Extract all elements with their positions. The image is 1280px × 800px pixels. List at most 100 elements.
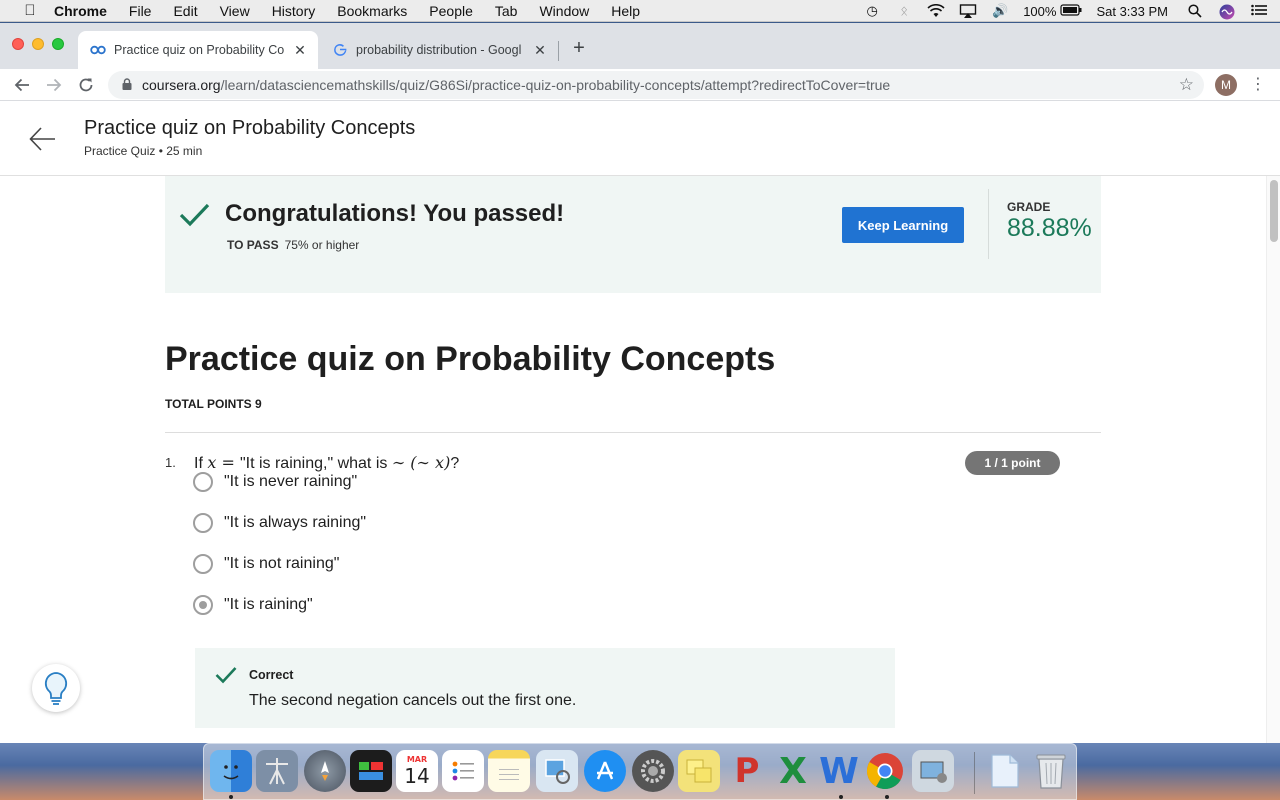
battery-icon[interactable] [1060, 4, 1082, 18]
documents-folder-icon[interactable] [984, 750, 1026, 792]
menu-bookmarks[interactable]: Bookmarks [337, 3, 407, 19]
address-bar[interactable]: coursera.org/learn/datasciencemathskills… [108, 71, 1204, 99]
menu-help[interactable]: Help [611, 3, 640, 19]
activity-monitor-icon[interactable] [350, 750, 392, 792]
coursera-icon [90, 42, 106, 58]
menu-view[interactable]: View [220, 3, 250, 19]
math-expression: ∼ (∼ x) [391, 453, 451, 472]
finder-icon[interactable] [210, 750, 252, 792]
tab-coursera-quiz[interactable]: Practice quiz on Probability Co ✕ [78, 31, 318, 69]
option-label: "It is raining" [224, 596, 313, 613]
menu-people[interactable]: People [429, 3, 473, 19]
to-pass-label: TO PASS [227, 238, 279, 252]
running-indicator [885, 795, 889, 799]
reload-button[interactable] [74, 73, 98, 97]
answer-option[interactable]: "It is never raining" [193, 470, 357, 494]
menu-history[interactable]: History [272, 3, 316, 19]
image-capture-icon[interactable] [912, 750, 954, 792]
radio-button-selected[interactable] [193, 595, 213, 615]
profile-avatar[interactable]: M [1215, 74, 1237, 96]
siri-icon[interactable] [1218, 4, 1236, 20]
menu-edit[interactable]: Edit [173, 3, 197, 19]
help-button[interactable] [32, 664, 80, 712]
running-indicator [229, 795, 233, 799]
quiz-content: Congratulations! You passed! TO PASS 75% … [0, 176, 1266, 743]
total-points: TOTAL POINTS 9 [165, 397, 262, 411]
bookmark-star-icon[interactable]: ☆ [1179, 75, 1194, 95]
back-arrow-icon[interactable] [28, 124, 58, 154]
page-scrollbar[interactable] [1266, 176, 1280, 743]
powerpoint-icon[interactable]: P [726, 750, 768, 792]
running-indicator [839, 795, 843, 799]
airplay-icon[interactable] [959, 4, 977, 18]
new-tab-button[interactable]: + [568, 37, 590, 59]
tab-google-search[interactable]: probability distribution - Googl ✕ [320, 31, 558, 69]
minimize-window-button[interactable] [32, 38, 44, 50]
page-header: Practice quiz on Probability Concepts Pr… [0, 102, 1280, 176]
check-icon [179, 202, 211, 228]
calendar-day: 14 [404, 764, 430, 788]
notes-icon[interactable] [488, 750, 530, 792]
system-preferences-icon[interactable] [632, 750, 674, 792]
reminders-icon[interactable] [442, 750, 484, 792]
page-title: Practice quiz on Probability Concepts [84, 117, 416, 139]
network-utility-icon[interactable] [256, 750, 298, 792]
divider [165, 432, 1101, 433]
forward-button[interactable] [42, 73, 66, 97]
keep-learning-button[interactable]: Keep Learning [842, 207, 964, 243]
menu-bar:  Chrome File Edit View History Bookmark… [0, 0, 1280, 22]
radio-button[interactable] [193, 472, 213, 492]
apple-menu-icon[interactable]:  [20, 2, 40, 19]
chrome-icon[interactable] [864, 750, 906, 792]
option-label: "It is not raining" [224, 555, 340, 572]
tab-title: Practice quiz on Probability Co [114, 43, 285, 57]
wifi-icon[interactable] [927, 4, 945, 18]
radio-button[interactable] [193, 554, 213, 574]
lock-icon[interactable] [120, 77, 134, 93]
close-tab-icon[interactable]: ✕ [292, 42, 308, 58]
scrollbar-thumb[interactable] [1270, 180, 1278, 242]
volume-icon[interactable]: 🔊 [991, 4, 1009, 18]
feedback-box: Correct The second negation cancels out … [195, 648, 895, 728]
close-tab-icon[interactable]: ✕ [532, 42, 548, 58]
stickies-icon[interactable] [678, 750, 720, 792]
time-machine-icon[interactable]: ◷ [863, 4, 881, 18]
tab-strip: Practice quiz on Probability Co ✕ probab… [0, 23, 1280, 69]
menu-tab[interactable]: Tab [495, 3, 518, 19]
grade-divider [988, 189, 989, 259]
bluetooth-icon[interactable]: ᛟ [895, 4, 913, 18]
radio-button[interactable] [193, 513, 213, 533]
answer-option[interactable]: "It is always raining" [193, 511, 366, 535]
back-button[interactable] [10, 73, 34, 97]
answer-option-selected[interactable]: "It is raining" [193, 593, 313, 617]
close-window-button[interactable] [12, 38, 24, 50]
preview-icon[interactable] [536, 750, 578, 792]
battery-percent: 100% [1023, 3, 1057, 19]
trash-icon[interactable] [1030, 750, 1072, 792]
spotlight-icon[interactable] [1186, 4, 1204, 18]
tab-title: probability distribution - Googl [356, 43, 522, 57]
calendar-icon[interactable]: MAR 14 [396, 750, 438, 792]
menu-window[interactable]: Window [539, 3, 589, 19]
answer-option[interactable]: "It is not raining" [193, 552, 339, 576]
browser-toolbar: coursera.org/learn/datasciencemathskills… [0, 69, 1280, 101]
question-suffix: ? [450, 455, 460, 472]
app-store-icon[interactable] [584, 750, 626, 792]
chrome-menu-icon[interactable]: ⋮ [1250, 73, 1266, 97]
pass-requirement: TO PASS 75% or higher [227, 238, 359, 252]
option-label: "It is never raining" [224, 473, 358, 490]
grade-value: 88.88% [1007, 214, 1092, 242]
excel-icon[interactable]: X [772, 750, 814, 792]
dock: MAR 14 P X W [203, 743, 1077, 800]
menu-file[interactable]: File [129, 3, 152, 19]
quiz-title: Practice quiz on Probability Concepts [165, 340, 776, 378]
fullscreen-window-button[interactable] [52, 38, 64, 50]
feedback-status: Correct [249, 668, 294, 682]
word-icon[interactable]: W [818, 750, 860, 792]
menu-app-name[interactable]: Chrome [54, 3, 107, 19]
lightbulb-icon [44, 672, 68, 705]
url-path: /learn/datasciencemathskills/quiz/G86Si/… [220, 77, 891, 93]
notification-center-icon[interactable] [1250, 4, 1268, 18]
launchpad-icon[interactable] [304, 750, 346, 792]
menu-clock[interactable]: Sat 3:33 PM [1096, 4, 1168, 19]
